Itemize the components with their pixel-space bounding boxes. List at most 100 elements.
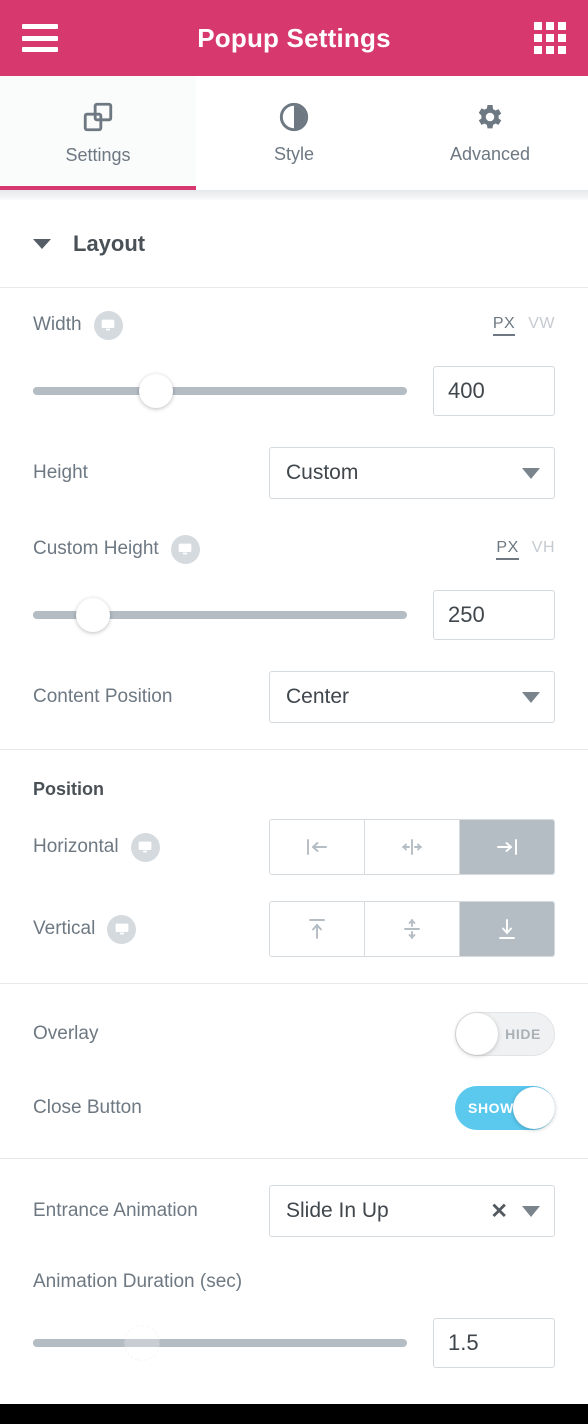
- content-position-select[interactable]: Center: [269, 671, 555, 723]
- overlay-toggle-knob: [456, 1013, 498, 1055]
- custom-height-slider-handle[interactable]: [75, 598, 110, 632]
- custom-height-slider[interactable]: [33, 598, 407, 632]
- section-position: Position Horizontal Vertical: [0, 750, 588, 984]
- desktop-monitor-icon[interactable]: [107, 914, 137, 944]
- animation-duration-slider-handle[interactable]: [124, 1325, 161, 1361]
- overlay-row: Overlay HIDE: [33, 984, 555, 1071]
- section-layout-header: Layout: [0, 201, 588, 288]
- custom-height-unit-px[interactable]: PX: [496, 539, 519, 560]
- width-control-row: Width PX VW: [33, 288, 555, 362]
- vertical-position-row: Vertical: [33, 888, 555, 983]
- overlay-label: Overlay: [33, 1023, 99, 1044]
- layers-icon: [81, 100, 115, 134]
- bottom-edge-strip: [0, 1404, 588, 1424]
- chevron-down-icon: [522, 691, 540, 703]
- chevron-down-icon: [522, 467, 540, 479]
- tab-style[interactable]: Style: [196, 76, 392, 190]
- tab-advanced[interactable]: Advanced: [392, 76, 588, 190]
- app-header: Popup Settings: [0, 0, 588, 76]
- grid-dot: [546, 34, 554, 42]
- grid-dot: [558, 46, 566, 54]
- width-slider-row: 400: [33, 362, 555, 434]
- height-select[interactable]: Custom: [269, 447, 555, 499]
- vertical-label-group: Vertical: [33, 914, 137, 944]
- entrance-animation-label: Entrance Animation: [33, 1200, 198, 1221]
- entrance-animation-value: Slide In Up: [286, 1199, 389, 1222]
- vertical-choice-group: [269, 901, 555, 957]
- grid-dot: [534, 34, 542, 42]
- content-position-label: Content Position: [33, 686, 173, 707]
- align-bottom-icon[interactable]: [460, 902, 554, 956]
- width-label: Width: [33, 314, 82, 335]
- horizontal-label: Horizontal: [33, 836, 119, 857]
- horizontal-choice-group: [269, 819, 555, 875]
- width-unit-vw[interactable]: VW: [528, 315, 555, 333]
- tab-settings[interactable]: Settings: [0, 76, 196, 190]
- custom-height-label: Custom Height: [33, 538, 159, 559]
- gear-icon: [474, 101, 506, 133]
- custom-height-control-row: Custom Height PX VH: [33, 512, 555, 586]
- width-input[interactable]: 400: [433, 366, 555, 416]
- animation-duration-input[interactable]: 1.5: [433, 1318, 555, 1368]
- tab-advanced-label: Advanced: [449, 144, 531, 164]
- close-button-label: Close Button: [33, 1097, 142, 1118]
- grid-dot: [558, 34, 566, 42]
- custom-height-unit-switcher: PX VH: [496, 539, 555, 560]
- panel-tabs: Settings Style Advanced: [0, 76, 588, 191]
- grid-dot: [534, 46, 542, 54]
- width-slider-fill: [33, 387, 157, 395]
- overlay-toggle[interactable]: HIDE: [455, 1012, 555, 1056]
- animation-duration-label: Animation Duration (sec): [33, 1271, 243, 1292]
- width-slider-handle[interactable]: [139, 374, 174, 408]
- close-button-toggle-knob: [513, 1087, 555, 1129]
- horizontal-position-row: Horizontal: [33, 806, 555, 888]
- chevron-down-icon: [33, 239, 51, 249]
- grid-dot: [546, 46, 554, 54]
- grid-dot: [534, 22, 542, 30]
- page-title: Popup Settings: [197, 22, 391, 53]
- apps-grid-icon[interactable]: [534, 22, 566, 54]
- align-top-icon[interactable]: [270, 902, 365, 956]
- close-x-icon[interactable]: ✕: [490, 1199, 508, 1224]
- custom-height-label-group: Custom Height: [33, 534, 200, 564]
- close-button-row: Close Button SHOW: [33, 1071, 555, 1158]
- custom-height-unit-vh[interactable]: VH: [532, 539, 555, 557]
- desktop-monitor-icon[interactable]: [170, 534, 200, 564]
- grid-dot: [558, 22, 566, 30]
- layout-section-toggle[interactable]: Layout: [33, 201, 555, 287]
- animation-duration-slider[interactable]: [33, 1325, 407, 1361]
- grid-dot: [546, 22, 554, 30]
- chevron-down-icon: [522, 1205, 540, 1217]
- animation-duration-slider-row: 1.5: [33, 1314, 555, 1386]
- content-position-value: Center: [286, 685, 350, 708]
- align-right-icon[interactable]: [460, 820, 554, 874]
- desktop-monitor-icon[interactable]: [130, 832, 160, 862]
- width-unit-px[interactable]: PX: [492, 315, 516, 336]
- close-button-toggle[interactable]: SHOW: [455, 1086, 555, 1130]
- height-label: Height: [33, 462, 88, 483]
- horizontal-label-group: Horizontal: [33, 832, 160, 862]
- section-animation: Entrance Animation Slide In Up ✕ Animati…: [0, 1159, 588, 1386]
- hamburger-bar: [22, 24, 58, 29]
- custom-height-slider-row: 250: [33, 586, 555, 658]
- contrast-icon: [278, 101, 310, 133]
- align-middle-icon[interactable]: [365, 902, 460, 956]
- content-position-row: Content Position Center: [33, 658, 555, 749]
- section-toggles: Overlay HIDE Close Button SHOW: [0, 984, 588, 1159]
- hamburger-menu-icon[interactable]: [22, 24, 58, 52]
- overlay-toggle-state: HIDE: [505, 1026, 541, 1042]
- layout-section-title: Layout: [73, 231, 146, 256]
- height-select-value: Custom: [286, 461, 359, 484]
- entrance-animation-select[interactable]: Slide In Up ✕: [269, 1185, 555, 1237]
- section-layout-controls: Width PX VW 400 Height Custom Custom Hei…: [0, 288, 588, 750]
- align-center-icon[interactable]: [365, 820, 460, 874]
- custom-height-input[interactable]: 250: [433, 590, 555, 640]
- tab-style-label: Style: [273, 144, 315, 164]
- close-button-toggle-state: SHOW: [468, 1100, 514, 1116]
- desktop-monitor-icon[interactable]: [93, 310, 123, 340]
- width-slider[interactable]: [33, 374, 407, 408]
- vertical-label: Vertical: [33, 918, 96, 939]
- entrance-animation-row: Entrance Animation Slide In Up ✕: [33, 1159, 555, 1250]
- width-label-group: Width: [33, 310, 123, 340]
- align-left-icon[interactable]: [270, 820, 365, 874]
